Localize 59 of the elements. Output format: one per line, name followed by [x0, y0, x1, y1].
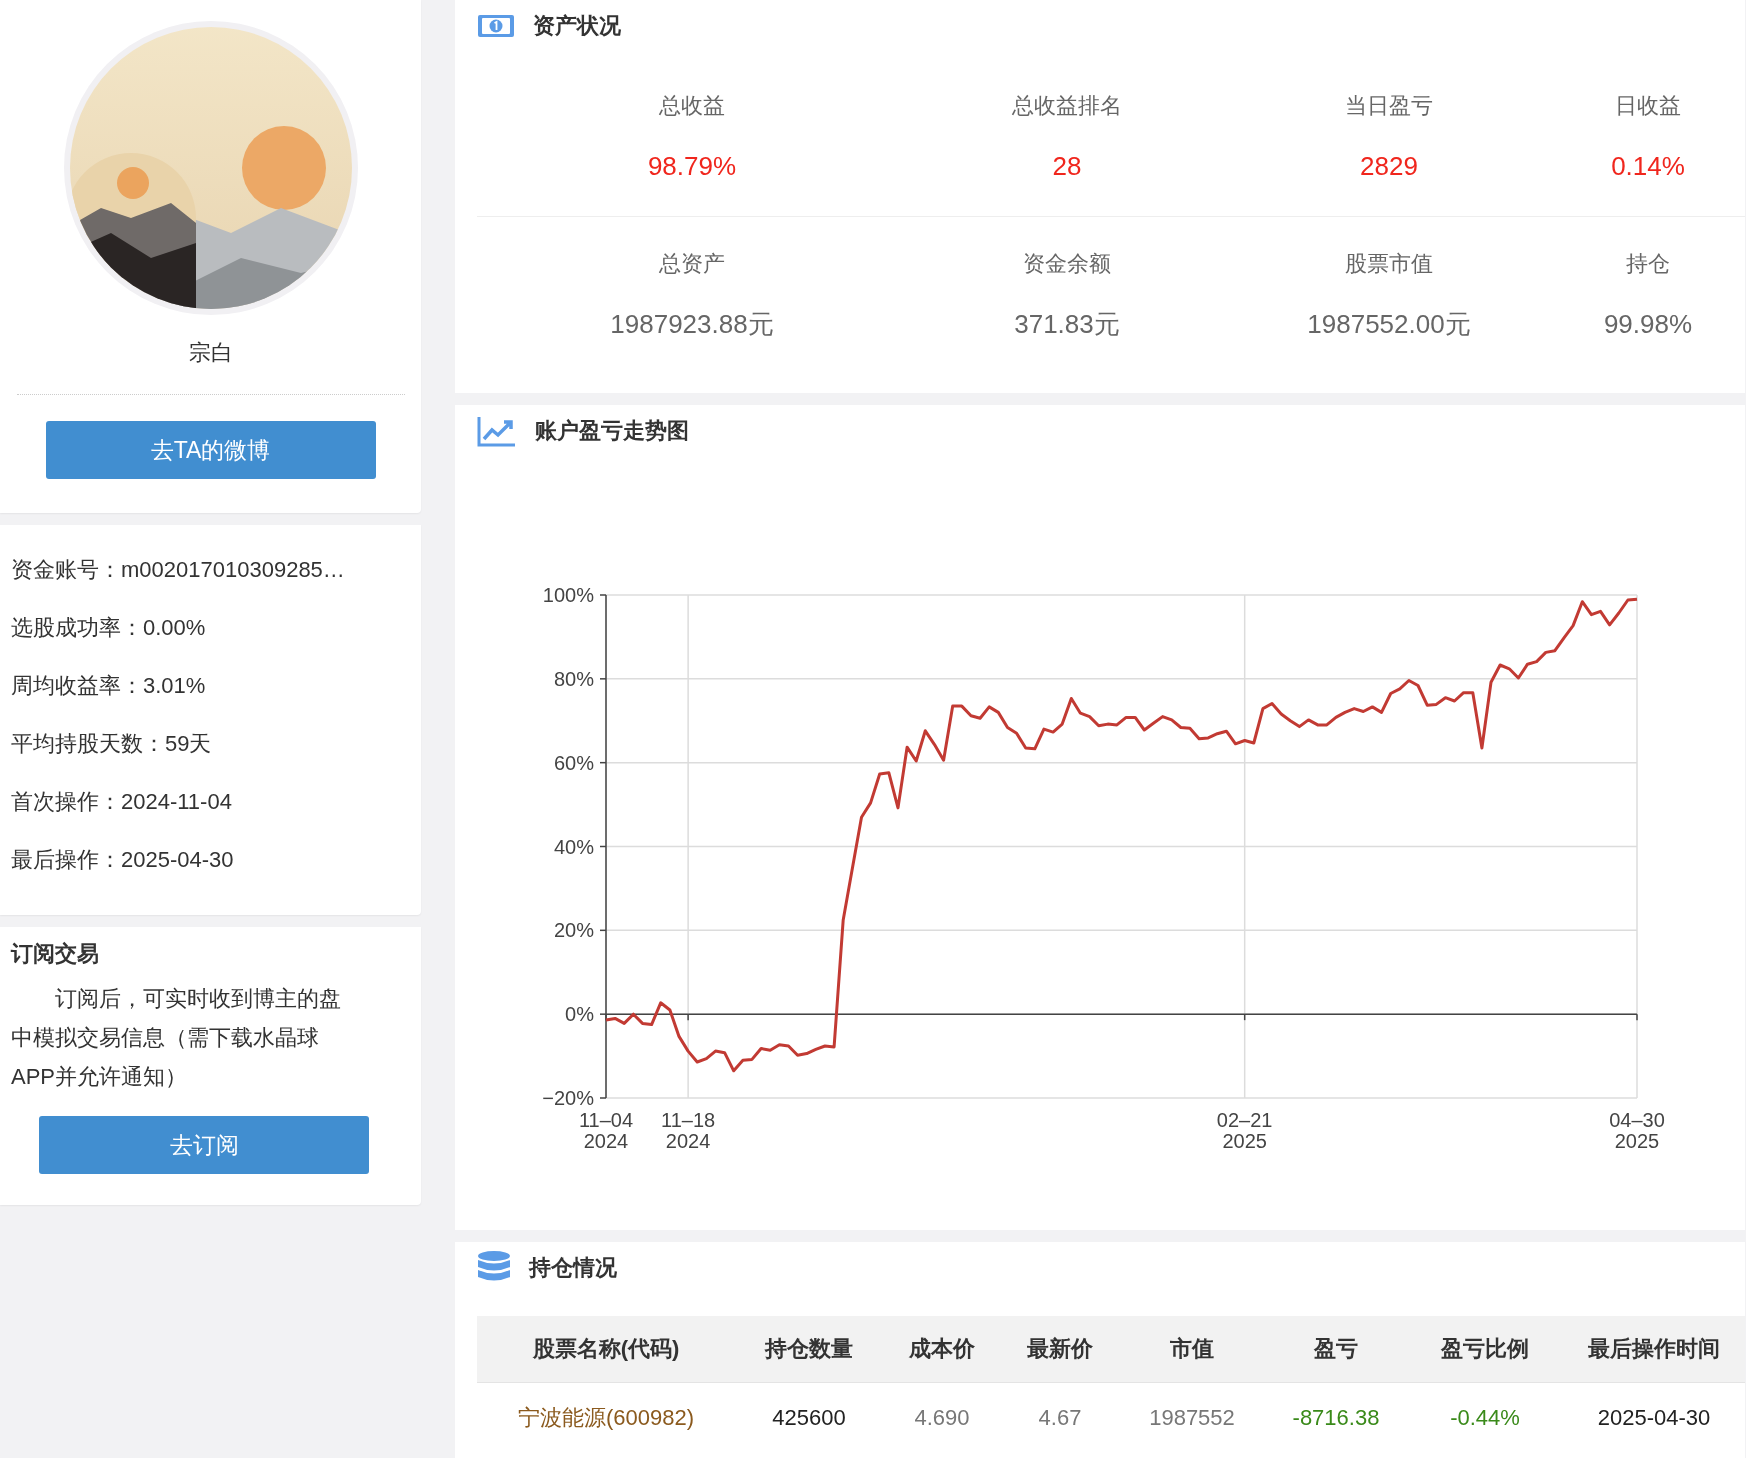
x-tick-label: 02–21 2025 [1216, 1109, 1273, 1152]
stat-label: 总收益 [659, 92, 725, 120]
subscribe-button[interactable]: 去订阅 [39, 1116, 369, 1174]
section-title: 账户盈亏走势图 [535, 417, 689, 445]
stat-label: 持仓 [1626, 250, 1670, 278]
info-text: 资金账号：m002017010309285… [11, 556, 346, 584]
y-tick-label: −20% [542, 1087, 594, 1109]
table-cell-text: 425600 [771, 1405, 847, 1431]
y-tick-label: 40% [553, 835, 594, 858]
column-header: 最后操作时间 [1587, 1335, 1721, 1363]
section-title: 资产状况 [533, 12, 621, 40]
stat-value: 1987552.00元 [1307, 308, 1471, 340]
stat-value: 0.14% [1611, 150, 1685, 182]
stat-label: 总收益排名 [1012, 92, 1122, 120]
subscribe-title: 订阅交易 [11, 940, 100, 968]
stat-label: 资金余额 [1023, 250, 1111, 278]
banknote-icon [477, 14, 515, 38]
column-header: 持仓数量 [763, 1335, 854, 1363]
table-cell-text: -8716.38 [1291, 1405, 1381, 1431]
table-cell-text: -0.44% [1449, 1405, 1521, 1431]
table-cell-text: 2025-04-30 [1596, 1405, 1712, 1431]
x-tick-label: 11–18 2024 [661, 1109, 716, 1152]
stat-value: 98.79% [647, 150, 737, 182]
column-header: 市值 [1169, 1335, 1215, 1363]
stat-value: 99.98% [1603, 308, 1693, 340]
weibo-button[interactable]: 去TA的微博 [45, 421, 376, 479]
stat-label: 股票市值 [1345, 250, 1433, 278]
column-header: 盈亏比例 [1440, 1335, 1530, 1363]
stat-label: 总资产 [659, 250, 725, 278]
column-header: 最新价 [1026, 1335, 1094, 1363]
info-text: 平均持股天数：59天 [11, 730, 213, 758]
subscribe-description: 订阅后，可实时收到博主的盘中模拟交易信息（需下载水晶球APP并允许通知） [11, 985, 342, 1091]
table-cell-text: 4.690 [913, 1405, 971, 1431]
stat-value: 1987923.88元 [610, 308, 774, 340]
y-tick-label: 100% [542, 584, 594, 606]
user-name: 宗白 [188, 339, 233, 367]
y-tick-label: 60% [553, 751, 594, 774]
info-text: 首次操作：2024-11-04 [11, 788, 233, 816]
stat-value: 371.83元 [1014, 308, 1120, 340]
stat-label: 当日盈亏 [1345, 92, 1433, 120]
info-text: 周均收益率：3.01% [11, 672, 207, 700]
column-header: 成本价 [908, 1335, 976, 1363]
x-tick-label: 11–04 2024 [578, 1109, 634, 1152]
column-header: 盈亏 [1313, 1335, 1359, 1363]
x-tick-label: 04–30 2025 [1609, 1109, 1665, 1152]
stat-value: 2829 [1360, 150, 1418, 182]
info-text: 选股成功率：0.00% [11, 614, 207, 642]
line-chart-icon [477, 415, 517, 447]
y-tick-label: 20% [553, 919, 594, 942]
stat-value: 28 [1052, 150, 1082, 182]
stat-label: 日收益 [1615, 92, 1681, 120]
section-title: 持仓情况 [529, 1254, 617, 1282]
y-tick-label: 0% [565, 1003, 594, 1026]
table-cell-text: 1987552 [1148, 1405, 1236, 1431]
column-header: 股票名称(代码) [531, 1335, 681, 1363]
y-tick-label: 80% [553, 667, 594, 690]
info-text: 最后操作：2025-04-30 [11, 846, 235, 874]
stock-link[interactable]: 宁波能源(600982) [477, 1403, 735, 1433]
table-cell-text: 4.67 [1037, 1405, 1083, 1431]
